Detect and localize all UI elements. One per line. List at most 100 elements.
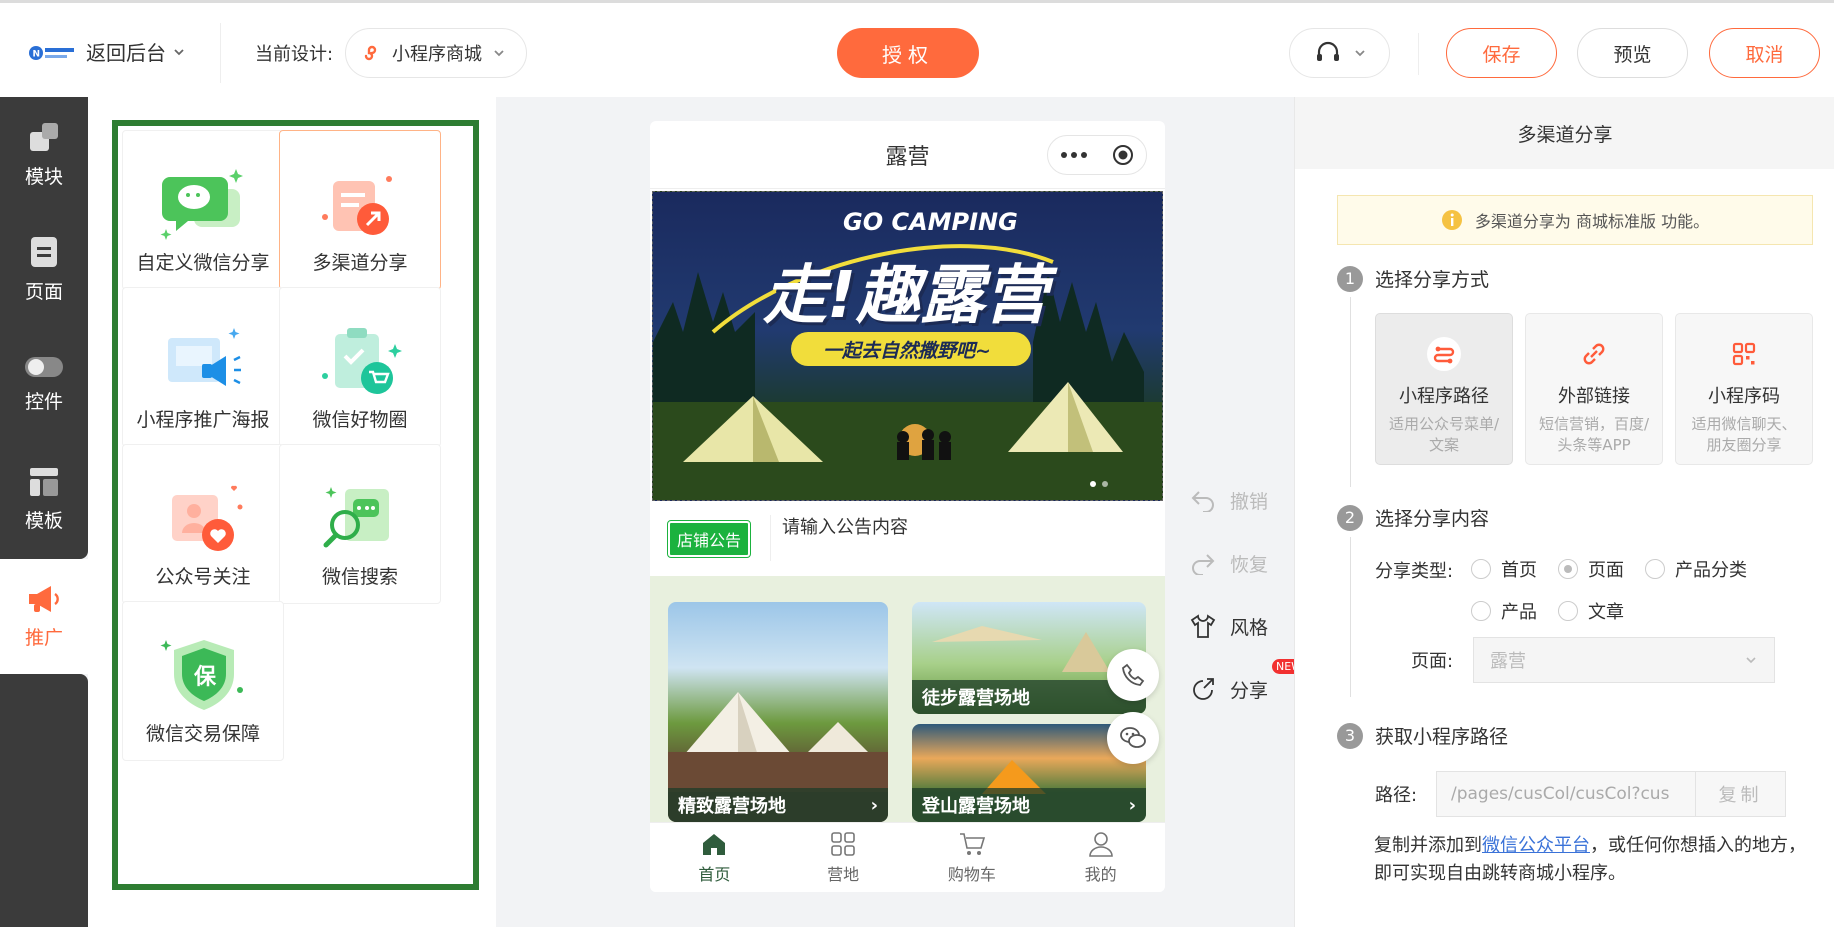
redo-icon — [1192, 554, 1215, 575]
wechat-icon — [1120, 727, 1146, 748]
notice-text: 请输入公告内容 — [782, 517, 908, 538]
style-button[interactable]: 风格 — [1190, 606, 1300, 646]
mode-miniprogram-path[interactable]: 小程序路径 适用公众号菜单/文案 — [1375, 313, 1513, 465]
wechat-platform-link[interactable]: 微信公众平台 — [1482, 835, 1590, 856]
nav-item-page[interactable]: 页面 — [0, 212, 88, 327]
nav-item-template[interactable]: 模板 — [0, 442, 88, 557]
save-button[interactable]: 保存 — [1446, 28, 1557, 78]
card-official-account-follow[interactable]: 公众号关注 — [122, 444, 284, 604]
design-name: 小程序商城 — [392, 44, 482, 65]
nav-item-promote[interactable]: 推广 — [0, 559, 88, 674]
customer-service-button[interactable] — [1289, 28, 1390, 78]
page-label: 页面: — [1411, 651, 1454, 672]
radio-page[interactable]: 页面 — [1558, 556, 1624, 582]
step-number: 3 — [1337, 722, 1363, 749]
authorize-button[interactable]: 授权 — [837, 28, 979, 78]
tile-deluxe-campsite[interactable]: 精致露营场地 › — [668, 602, 888, 822]
step-line — [1350, 537, 1351, 697]
tile-hiking-campsite[interactable]: 徒步露营场地 — [912, 602, 1146, 714]
current-design-label: 当前设计: — [255, 44, 334, 65]
path-description: 复制并添加到微信公众平台，或任何你想插入的地方，即可实现自由跳转商城小程序。 — [1374, 835, 1806, 884]
radio-article[interactable]: 文章 — [1558, 598, 1624, 624]
tab-me[interactable]: 我的 — [1036, 823, 1165, 892]
qrcode-icon — [1732, 342, 1756, 366]
tab-campsite[interactable]: 营地 — [779, 823, 908, 892]
back-label: 返回后台 — [86, 41, 166, 65]
card-wechat-goods-circle[interactable]: 微信好物圈 — [279, 287, 441, 447]
share-icon — [1193, 678, 1214, 700]
design-selector[interactable]: 小程序商城 — [345, 28, 527, 78]
step-number: 1 — [1337, 265, 1363, 292]
phone-preview: 露营 GO CAMPING 走!趣露营 一起去自然撒野吧~ 店铺公告 请输入公告… — [650, 121, 1165, 892]
share-type-label: 分享类型: — [1375, 561, 1454, 582]
share-button[interactable]: 分享 NEW — [1190, 659, 1307, 709]
grid-icon — [831, 831, 855, 856]
hero-banner[interactable]: GO CAMPING 走!趣露营 一起去自然撒野吧~ — [652, 191, 1163, 501]
miniprogram-icon — [364, 45, 377, 61]
wechat-chat-icon — [160, 169, 243, 240]
radio-product[interactable]: 产品 — [1471, 598, 1537, 624]
phone-call-button[interactable] — [1107, 649, 1159, 701]
tab-bar: 首页 营地 购物车 我的 — [650, 822, 1165, 892]
search-chat-icon — [323, 487, 389, 548]
campsite-categories: 精致露营场地 › 徒步露营场地 登山露营场地 › — [650, 576, 1165, 822]
more-dots-icon — [1060, 152, 1087, 158]
tab-cart[interactable]: 购物车 — [908, 823, 1037, 892]
redo-button[interactable]: 恢复 — [1190, 543, 1300, 583]
top-bar: N 返回后台 当前设计: 小程序商城 授权 保存 预览 取消 — [0, 0, 1834, 97]
link-icon — [1583, 343, 1605, 365]
nav-item-control[interactable]: 控件 — [0, 327, 88, 442]
divider — [770, 515, 771, 561]
page-select[interactable]: 露营 — [1473, 637, 1775, 683]
tab-home[interactable]: 首页 — [650, 823, 779, 892]
banner-en-title: GO CAMPING — [843, 208, 1018, 236]
ad-poster-icon — [168, 328, 241, 386]
tile-label: 登山露营场地 › — [912, 788, 1146, 822]
nav-item-module[interactable]: 模块 — [0, 97, 88, 212]
miniprogram-capsule — [1047, 135, 1147, 175]
share-poster-icon — [322, 176, 392, 235]
chevron-right-icon: › — [870, 794, 878, 816]
card-multi-channel-share[interactable]: 多渠道分享 — [279, 130, 441, 290]
banner-subtitle: 一起去自然撒野吧~ — [823, 340, 991, 362]
card-wechat-trade-guarantee[interactable]: 保 微信交易保障 — [122, 601, 284, 761]
chevron-down-icon — [174, 48, 184, 55]
feature-tip: 多渠道分享为 商城标准版 功能。 — [1337, 195, 1813, 245]
path-field[interactable]: /pages/cusCol/cusCol?cus — [1436, 771, 1696, 817]
toggle-icon — [25, 357, 63, 377]
shield-char: 保 — [193, 665, 217, 690]
divider — [220, 23, 221, 83]
store-notice[interactable]: 店铺公告 请输入公告内容 — [650, 501, 1165, 581]
preview-button[interactable]: 预览 — [1577, 28, 1688, 78]
mode-external-link[interactable]: 外部链接 短信营销，百度/头条等APP — [1525, 313, 1663, 465]
info-icon — [1441, 210, 1462, 230]
settings-panel: 多渠道分享 多渠道分享为 商城标准版 功能。 1 选择分享方式 小程序路径 适用… — [1294, 97, 1834, 927]
phone-icon — [1122, 663, 1145, 686]
megaphone-icon — [29, 586, 59, 612]
banner-main-title: 走!趣露营 — [763, 259, 1049, 333]
back-to-admin-button[interactable]: 返回后台 — [86, 37, 186, 66]
card-custom-wechat-share[interactable]: 自定义微信分享 — [122, 130, 284, 290]
wechat-service-button[interactable] — [1107, 712, 1159, 764]
cancel-button[interactable]: 取消 — [1709, 28, 1820, 78]
notice-tag: 店铺公告 — [667, 520, 751, 558]
divider — [1418, 33, 1419, 75]
copy-button[interactable]: 复制 — [1696, 771, 1786, 817]
step-number: 2 — [1337, 504, 1363, 531]
brand-logo: N — [29, 46, 74, 60]
card-wechat-search[interactable]: 微信搜索 — [279, 444, 441, 604]
page-icon — [31, 237, 57, 267]
panel-title: 多渠道分享 — [1295, 97, 1834, 169]
user-icon — [1088, 831, 1113, 857]
left-nav: 模块 页面 控件 模板 推广 — [0, 97, 88, 927]
undo-button[interactable]: 撤销 — [1190, 480, 1300, 520]
svg-text:N: N — [33, 50, 41, 60]
undo-icon — [1191, 491, 1214, 512]
step-3: 3 获取小程序路径 — [1337, 722, 1508, 749]
radio-category[interactable]: 产品分类 — [1645, 556, 1747, 582]
card-miniprogram-poster[interactable]: 小程序推广海报 — [122, 287, 284, 447]
mode-miniprogram-code[interactable]: 小程序码 适用微信聊天、朋友圈分享 — [1675, 313, 1813, 465]
chevron-down-icon — [494, 50, 504, 57]
cart-icon — [959, 832, 985, 855]
radio-home[interactable]: 首页 — [1471, 556, 1537, 582]
